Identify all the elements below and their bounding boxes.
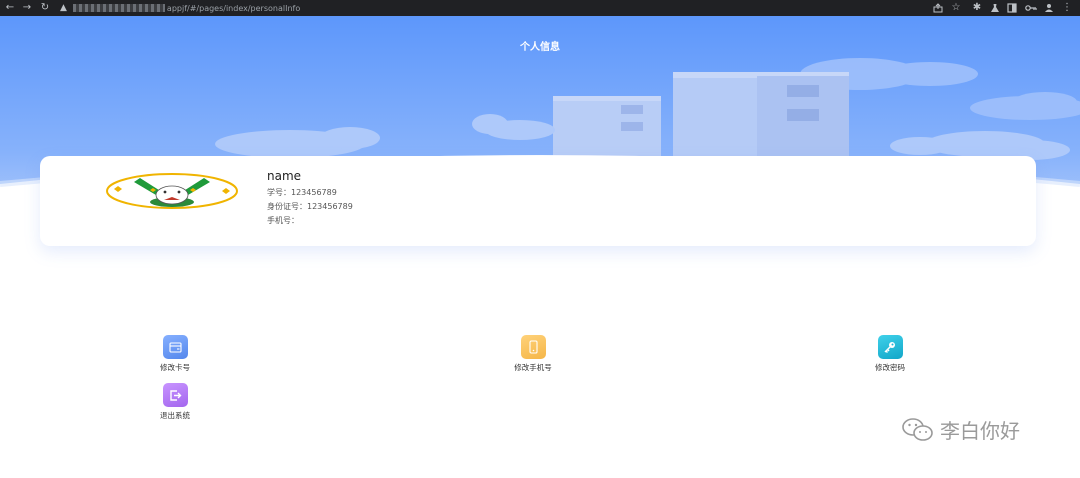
star-icon[interactable]: ☆ <box>950 2 962 14</box>
browser-toolbar: ← → ↻ ▲ appjf/#/pages/index/personalInfo… <box>0 0 1080 16</box>
logout-button[interactable]: 退出系统 <box>135 383 215 421</box>
reload-icon[interactable]: ↻ <box>39 2 51 14</box>
phone-icon <box>520 335 546 359</box>
student-id: 学号：123456789 <box>267 188 337 197</box>
lab-icon[interactable] <box>989 2 1001 14</box>
change-phone-label: 修改手机号 <box>514 363 552 372</box>
profile-card: name 学号：123456789 身份证号：123456789 手机号： <box>40 156 1036 246</box>
menu-icon[interactable]: ⋮ <box>1061 2 1073 14</box>
id-card-number: 身份证号：123456789 <box>267 202 353 211</box>
warning-icon: ▲ <box>60 3 67 13</box>
user-name: name <box>267 169 302 183</box>
change-password-button[interactable]: 修改密码 <box>850 335 930 373</box>
key-icon <box>877 335 903 359</box>
page-title: 个人信息 <box>520 42 560 53</box>
watermark: 李白你好 <box>902 415 1020 444</box>
change-password-label: 修改密码 <box>875 363 905 372</box>
sidepanel-icon[interactable] <box>1006 2 1018 14</box>
change-phone-button[interactable]: 修改手机号 <box>493 335 573 373</box>
profile-icon[interactable] <box>1043 2 1055 14</box>
blurred-host <box>72 4 165 12</box>
key-icon[interactable] <box>1025 2 1037 14</box>
phone-number: 手机号： <box>267 216 299 225</box>
watermark-text: 李白你好 <box>940 419 1020 443</box>
share-icon[interactable] <box>932 2 944 14</box>
forward-icon[interactable]: → <box>21 2 33 14</box>
url-path: appjf/#/pages/index/personalInfo <box>166 3 301 13</box>
card-icon <box>162 335 188 359</box>
logout-icon <box>162 383 188 407</box>
extensions-icon[interactable]: ✱ <box>971 2 983 14</box>
back-icon[interactable]: ← <box>4 2 16 14</box>
wechat-icon <box>902 417 933 441</box>
change-card-button[interactable]: 修改卡号 <box>135 335 215 373</box>
address-bar[interactable]: ▲ appjf/#/pages/index/personalInfo <box>60 2 300 14</box>
change-card-label: 修改卡号 <box>160 363 190 372</box>
avatar <box>106 173 238 209</box>
logout-label: 退出系统 <box>160 411 190 420</box>
